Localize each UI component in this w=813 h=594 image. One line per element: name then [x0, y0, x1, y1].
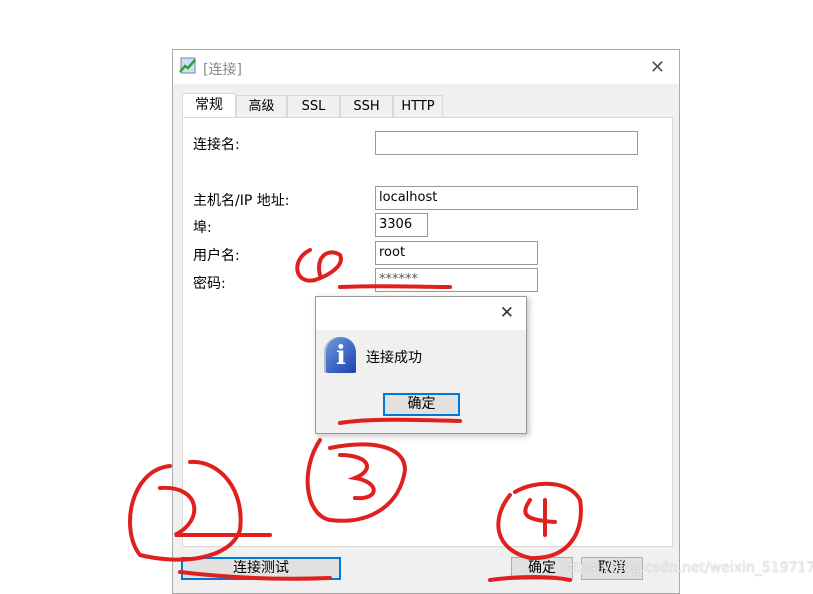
tab-advanced[interactable]: 高级 [236, 95, 287, 117]
password-input[interactable]: ****** [375, 268, 538, 292]
password-label: 密码: [193, 276, 226, 292]
message-ok-button[interactable]: 确定 [383, 393, 460, 416]
connection-name-input[interactable] [375, 131, 638, 155]
tab-http[interactable]: HTTP [393, 95, 443, 117]
message-box: ✕ i 连接成功 确定 [315, 296, 527, 434]
connection-name-label: 连接名: [193, 137, 240, 153]
tab-general[interactable]: 常规 [182, 93, 236, 118]
window-title: [连接] [203, 62, 242, 78]
close-icon[interactable]: ✕ [650, 57, 665, 78]
tab-ssl[interactable]: SSL [287, 95, 340, 117]
test-connection-button[interactable]: 连接测试 [181, 557, 341, 580]
title-bar: [连接] ✕ [173, 50, 679, 84]
port-input[interactable]: 3306 [375, 213, 428, 237]
user-label: 用户名: [193, 248, 240, 264]
user-input[interactable]: root [375, 241, 538, 265]
tab-ssh[interactable]: SSH [340, 95, 393, 117]
message-title-bar: ✕ [316, 297, 526, 330]
message-text: 连接成功 [366, 350, 422, 366]
close-icon[interactable]: ✕ [500, 303, 514, 323]
connection-app-icon [179, 57, 196, 74]
port-label: 埠: [193, 220, 212, 236]
host-label: 主机名/IP 地址: [193, 193, 290, 209]
host-input[interactable]: localhost [375, 186, 638, 210]
watermark: https://blog.csdn.net/weixin_51971726 [560, 560, 813, 576]
info-icon: i [326, 337, 356, 373]
